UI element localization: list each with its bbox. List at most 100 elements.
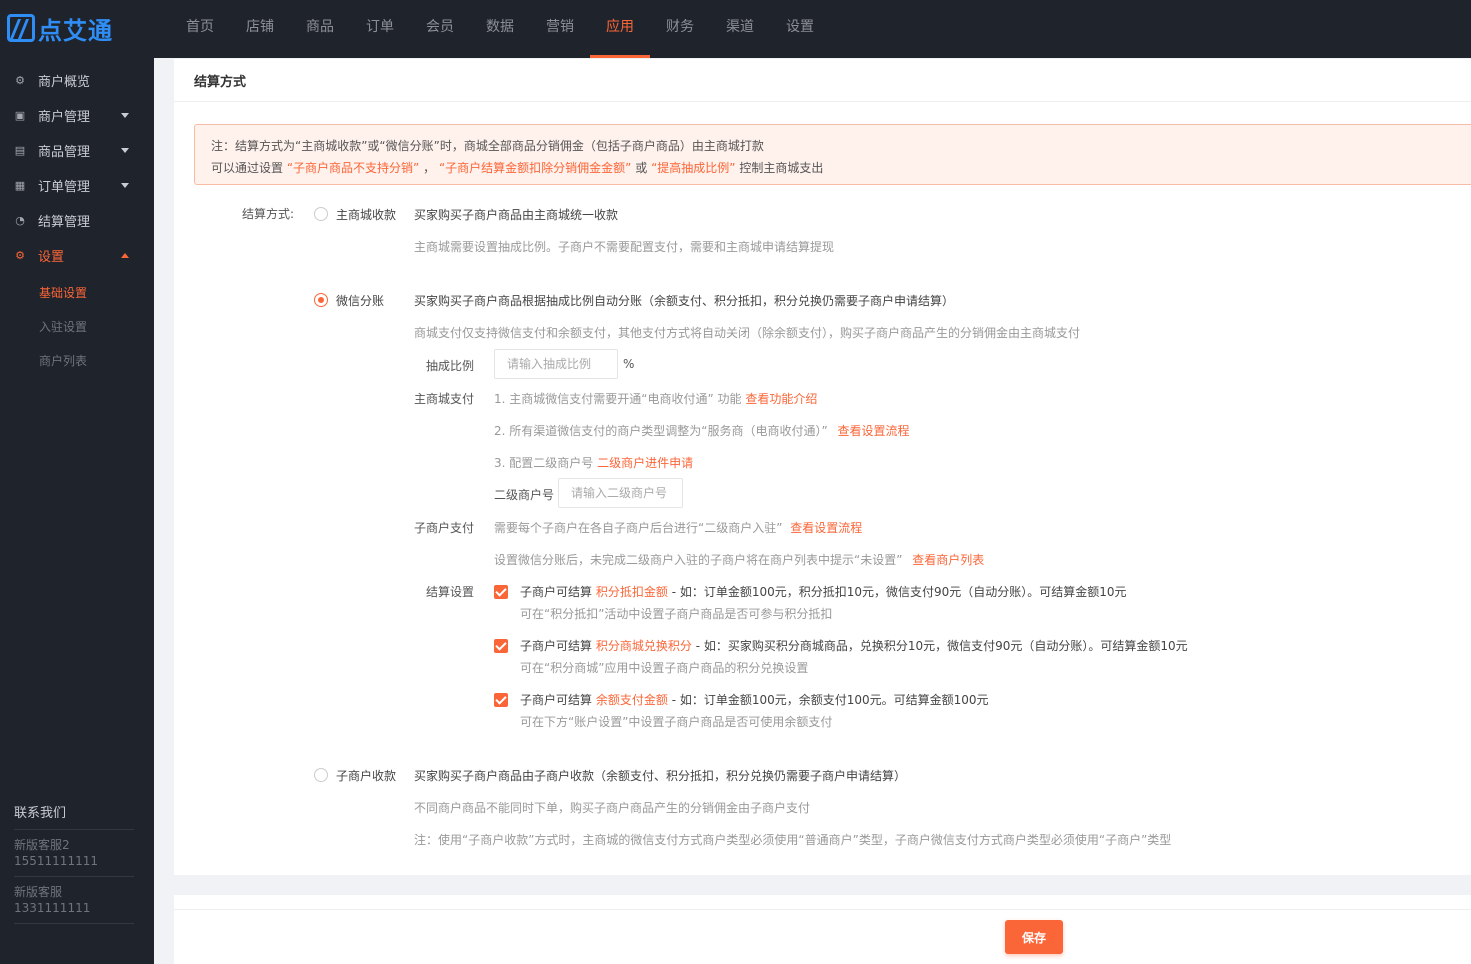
rate-unit: % (623, 357, 635, 371)
check-desc: 可在“积分抵扣”活动中设置子商户商品是否可参与积分抵扣 (520, 607, 833, 621)
topnav-home[interactable]: 首页 (170, 0, 230, 58)
sidebar-item-goods-manage[interactable]: ▤ 商品管理 (0, 133, 154, 168)
step-text: 2. 所有渠道微信支付的商户类型调整为“服务商（电商收付通）” (494, 424, 828, 438)
divider (14, 829, 134, 830)
top-bar: 点艾通 首页 店铺 商品 订单 会员 数据 营销 应用 财务 渠道 设置 (0, 0, 1471, 58)
topnav-members[interactable]: 会员 (410, 0, 470, 58)
chevron-up-icon (121, 253, 129, 258)
check-prefix: 子商户可结算 (520, 639, 593, 653)
logo-icon (7, 14, 35, 42)
sidebar-item-merchant-manage[interactable]: ▣ 商户管理 (0, 98, 154, 133)
sidebar: ⚙ 商户概览 ▣ 商户管理 ▤ 商品管理 ▦ 订单管理 ◔ 结算管理 ⚙ 设置 … (0, 58, 154, 964)
notice-link-deduct-commission[interactable]: “子商户结算金额扣除分销佣金金额” (439, 161, 631, 175)
balance-payment-link[interactable]: 余额支付金额 (596, 693, 668, 707)
rate-input[interactable] (494, 349, 618, 379)
goods-icon: ▤ (14, 143, 26, 157)
option-note: 注：使用“子商户收款”方式时，主商城的微信支付方式商户类型必须使用“普通商户”类… (414, 833, 1172, 847)
contact-name: 新版客服 (14, 885, 63, 899)
divider (14, 923, 134, 924)
sidebar-item-label: 商品管理 (38, 145, 91, 160)
step-text: 1. 主商城微信支付需要开通“电商收付通” 功能 (494, 392, 742, 406)
main-pay-label: 主商城支付 (414, 392, 475, 406)
settle-setting-label: 结算设置 (426, 585, 475, 599)
check-suffix: - 如：订单金额100元，余额支付100元。可结算金额100元 (671, 693, 989, 707)
divider (174, 101, 1471, 102)
chevron-down-icon (121, 113, 129, 118)
checkbox-balance-payment[interactable] (494, 693, 508, 707)
topnav-shop[interactable]: 店铺 (230, 0, 290, 58)
sidebar-subitem-basic-settings[interactable]: 基础设置 (39, 284, 87, 301)
checkbox-points-mall[interactable] (494, 639, 508, 653)
sub-pay-note: 设置微信分账后，未完成二级商户入驻的子商户将在商户列表中提示“未设置” 查看商户… (494, 551, 984, 568)
sidebar-item-overview[interactable]: ⚙ 商户概览 (0, 63, 154, 98)
settings-icon: ⚙ (15, 248, 25, 262)
logo-text: 点艾通 (38, 16, 113, 45)
sidebar-item-label: 商户概览 (38, 75, 91, 90)
topnav-goods[interactable]: 商品 (290, 0, 350, 58)
store-icon: ▣ (14, 108, 26, 122)
contact-phone: 1331111111 (14, 901, 91, 915)
topnav-marketing[interactable]: 营销 (530, 0, 590, 58)
notice-suffix: 控制主商城支出 (739, 161, 824, 175)
sub-pay-label: 子商户支付 (414, 521, 475, 535)
check-prefix: 子商户可结算 (520, 585, 593, 599)
check-suffix: - 如：订单金额100元，积分抵扣10元，微信支付90元（自动分账）。可结算金额… (671, 585, 1127, 599)
option-label: 微信分账 (336, 294, 385, 308)
topnav-data[interactable]: 数据 (470, 0, 530, 58)
settings-panel: 结算方式 注：结算方式为“主商城收款”或“微信分账”时，商城全部商品分销佣金（包… (174, 59, 1471, 875)
view-setup-flow-link[interactable]: 查看设置流程 (790, 521, 862, 535)
check-text: 子商户可结算 积分抵扣金额 - 如：订单金额100元，积分抵扣10元，微信支付9… (520, 583, 1127, 600)
option-label: 主商城收款 (336, 208, 397, 222)
save-button[interactable]: 保存 (1005, 920, 1063, 954)
sub-merchant-no-label: 二级商户号 (494, 488, 555, 502)
contact-phone: 15511111111 (14, 854, 98, 868)
step-text: 3. 配置二级商户号 (494, 456, 594, 470)
notice-text: 注：结算方式为“主商城收款”或“微信分账”时，商城全部商品分销佣金（包括子商户商… (211, 139, 764, 153)
checkbox-points-deduction[interactable] (494, 585, 508, 599)
sidebar-item-label: 结算管理 (38, 215, 91, 230)
view-feature-intro-link[interactable]: 查看功能介绍 (745, 392, 817, 406)
notice-separator: 或 (635, 161, 648, 175)
contact-name: 新版客服2 (14, 838, 70, 852)
radio-wechat-split[interactable] (314, 293, 328, 307)
topnav-settings[interactable]: 设置 (770, 0, 830, 58)
radio-main-mall-collect[interactable] (314, 207, 328, 221)
sidebar-item-order-manage[interactable]: ▦ 订单管理 (0, 168, 154, 203)
sidebar-subitem-onboarding-settings[interactable]: 入驻设置 (39, 318, 87, 335)
footer-bar: 保存 (174, 895, 1471, 964)
check-prefix: 子商户可结算 (520, 693, 593, 707)
option-title: 买家购买子商户商品由主商城统一收款 (414, 208, 619, 222)
notice-link-raise-rate[interactable]: “提高抽成比例” (651, 161, 735, 175)
sub-pay-instruction: 需要每个子商户在各自子商户后台进行“二级商户入驻” (494, 521, 783, 535)
view-merchant-list-link[interactable]: 查看商户列表 (912, 553, 984, 567)
topnav-channels[interactable]: 渠道 (710, 0, 770, 58)
divider (14, 876, 134, 877)
main-pay-step-2: 2. 所有渠道微信支付的商户类型调整为“服务商（电商收付通）” 查看设置流程 (494, 422, 910, 439)
chevron-down-icon (121, 183, 129, 188)
sidebar-item-settings[interactable]: ⚙ 设置 (0, 238, 154, 273)
option-desc: 商城支付仅支持微信支付和余额支付，其他支付方式将自动关闭（除余额支付），购买子商… (414, 326, 1081, 340)
topnav-orders[interactable]: 订单 (350, 0, 410, 58)
logo[interactable]: 点艾通 (7, 12, 113, 45)
sidebar-subitem-merchant-list[interactable]: 商户列表 (39, 352, 87, 369)
view-setup-flow-link[interactable]: 查看设置流程 (838, 424, 910, 438)
notice-text-2: 可以通过设置 “子商户商品不支持分销” ， “子商户结算金额扣除分销佣金金额” … (211, 159, 823, 176)
points-deduction-link[interactable]: 积分抵扣金额 (596, 585, 668, 599)
divider (174, 909, 1471, 910)
sidebar-item-settle-manage[interactable]: ◔ 结算管理 (0, 203, 154, 238)
topnav-finance[interactable]: 财务 (650, 0, 710, 58)
topnav-apps[interactable]: 应用 (590, 0, 650, 58)
radio-sub-merchant-collect[interactable] (314, 768, 328, 782)
sub-merchant-no-input[interactable] (558, 478, 683, 508)
notice-separator: ， (423, 161, 436, 175)
gear-icon: ⚙ (15, 73, 25, 87)
contact-title: 联系我们 (14, 806, 67, 821)
sub-merchant-apply-link[interactable]: 二级商户进件申请 (597, 456, 693, 470)
settle-icon: ◔ (15, 213, 25, 227)
points-mall-link[interactable]: 积分商城兑换积分 (596, 639, 692, 653)
option-title: 买家购买子商户商品由子商户收款（余额支付、积分抵扣，积分兑换仍需要子商户申请结算… (414, 769, 907, 783)
check-suffix: - 如：买家购买积分商城商品，兑换积分10元，微信支付90元（自动分账）。可结算… (695, 639, 1188, 653)
notice-link-no-distribution[interactable]: “子商户商品不支持分销” (287, 161, 419, 175)
page-title: 结算方式 (194, 75, 247, 90)
check-text: 子商户可结算 余额支付金额 - 如：订单金额100元，余额支付100元。可结算金… (520, 691, 989, 708)
